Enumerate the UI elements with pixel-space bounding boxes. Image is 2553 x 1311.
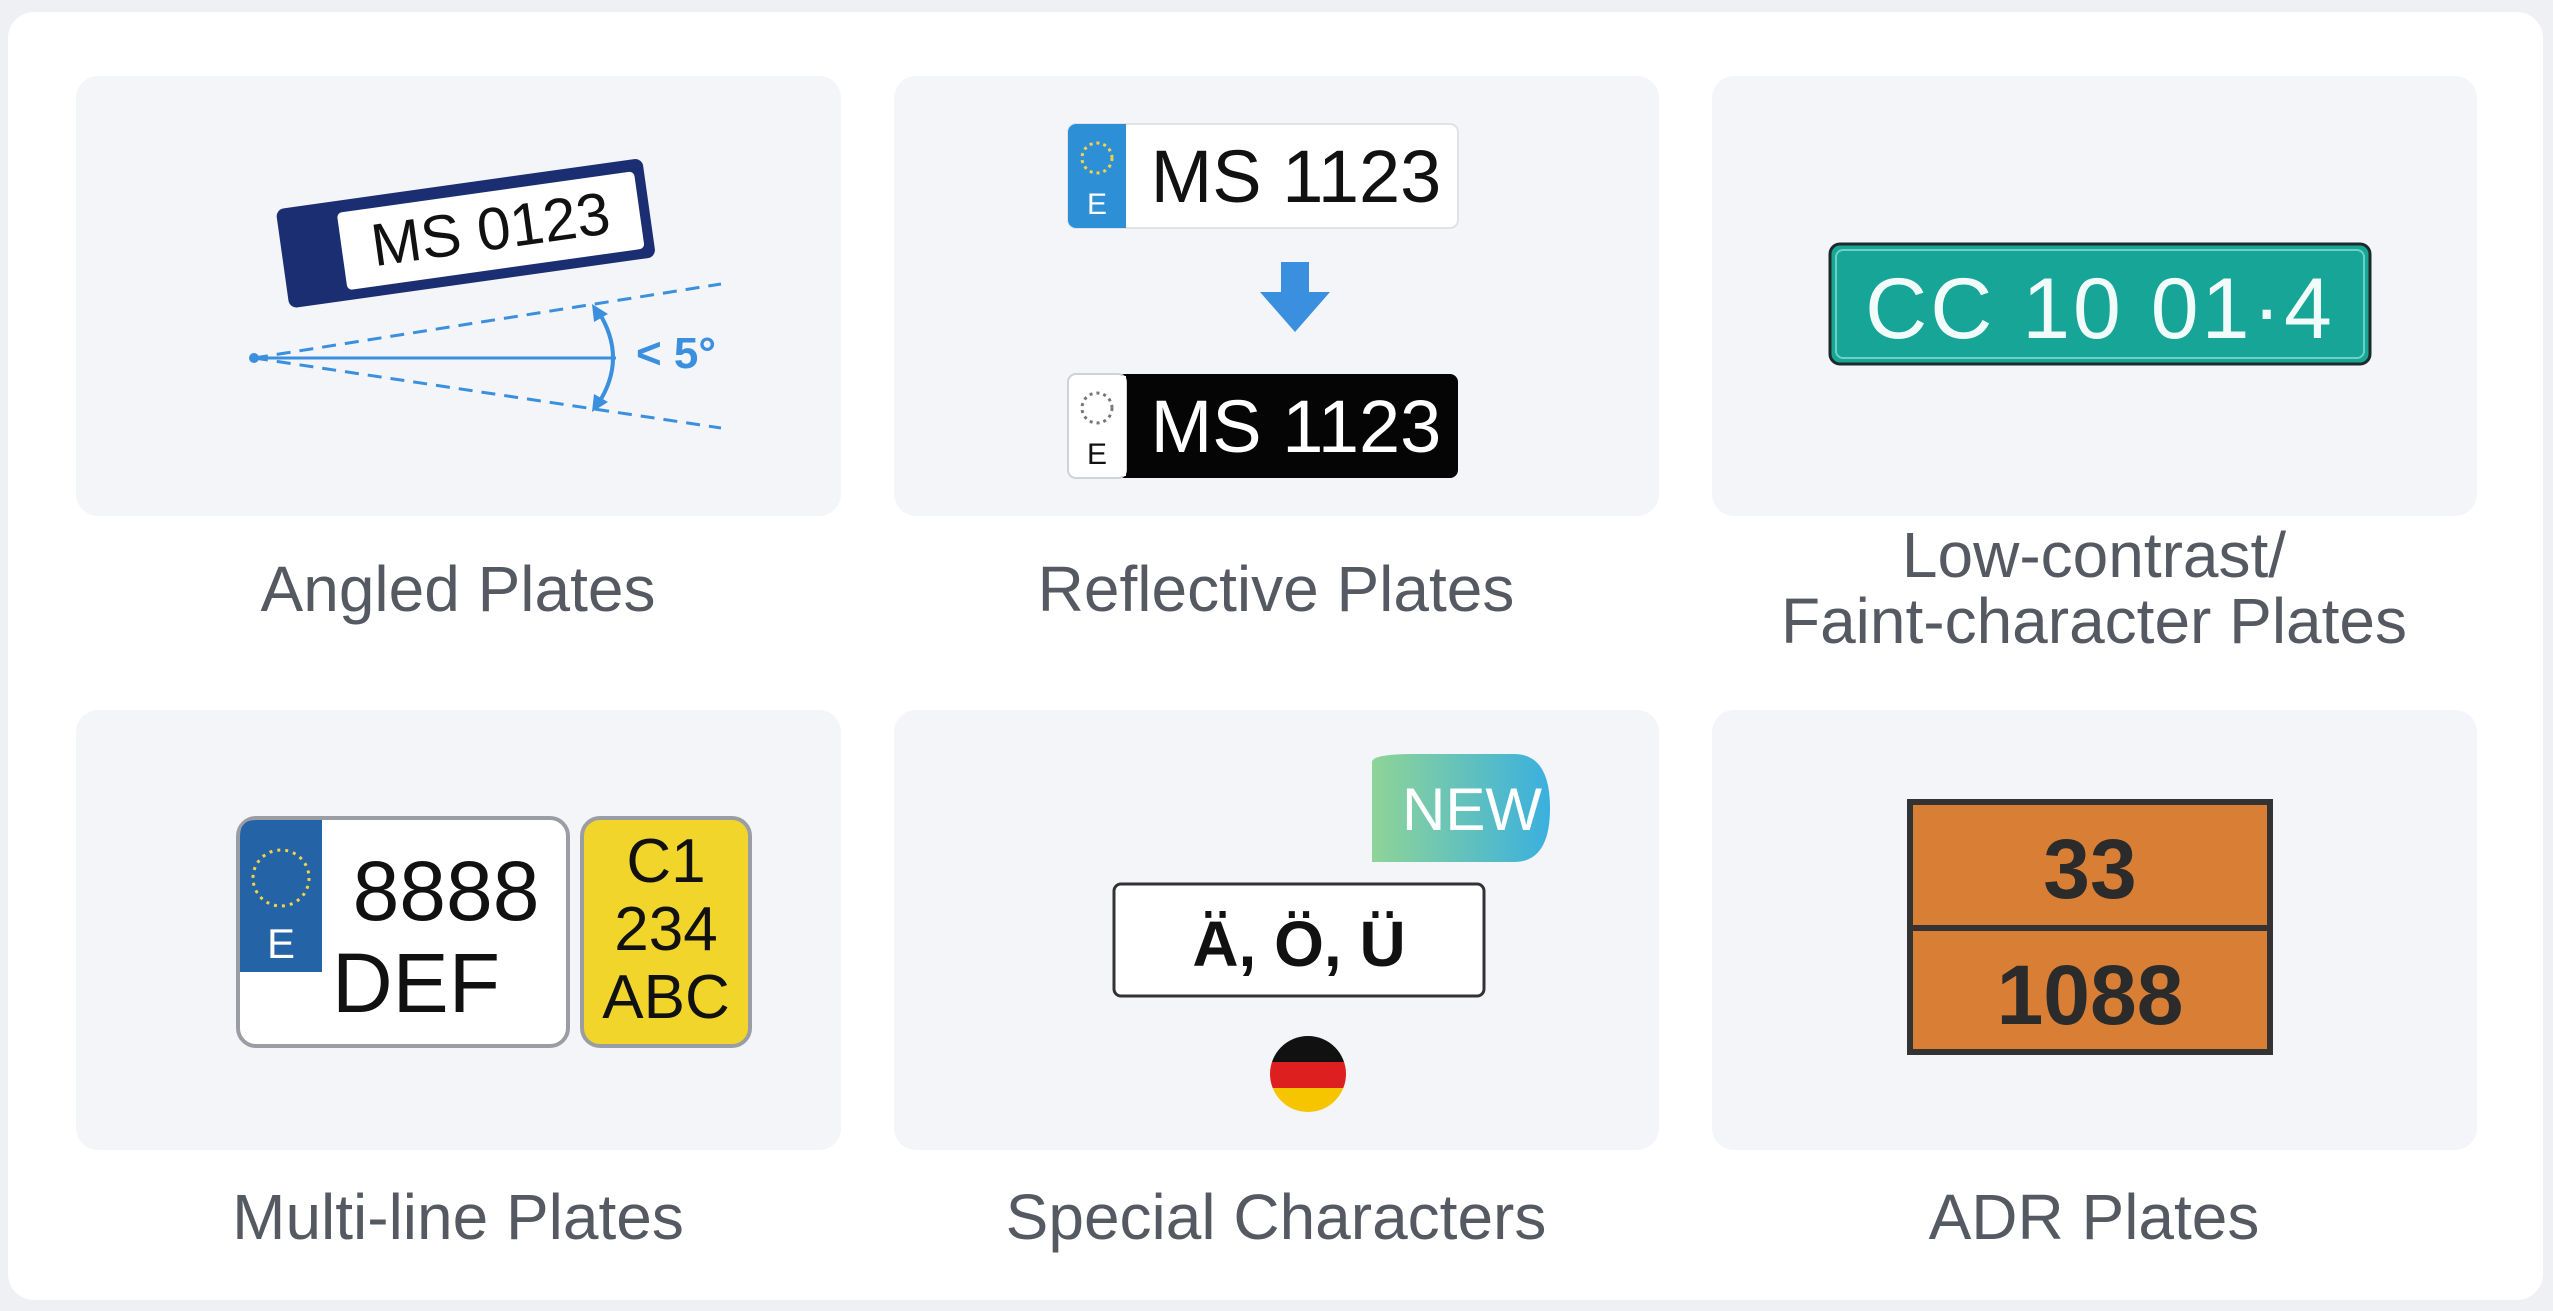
tile-reflective-plates: E MS 1123 E MS 1123 xyxy=(894,76,1659,516)
low-contrast-plate-illustration: CC 10 01·4 xyxy=(1828,242,2372,366)
plate-types-panel: MS 0123 < 5° Angled Plates E MS 1123 E M… xyxy=(8,12,2543,1300)
angled-plate-illustration: MS 0123 < 5° xyxy=(249,158,722,430)
country-code-after: E xyxy=(1087,438,1107,471)
multi-line-plate-a-line2: DEF xyxy=(332,936,500,1030)
caption-multi-line-plates: Multi-line Plates xyxy=(232,1181,684,1253)
new-badge: NEW xyxy=(1372,754,1550,862)
country-code-before: E xyxy=(1087,188,1107,221)
tile-multi-line-plates: E 8888 DEF C1 234 ABC xyxy=(76,710,841,1150)
caption-low-contrast-line2: Faint-character Plates xyxy=(1780,585,2408,657)
reflective-plate-after: E MS 1123 xyxy=(1067,373,1458,479)
multi-line-country-code: E xyxy=(267,920,295,967)
tile-adr-plates: 33 1088 xyxy=(1712,710,2477,1150)
adr-bottom-number: 1088 xyxy=(1997,948,2184,1042)
multi-line-plate-a-line1: 8888 xyxy=(353,844,540,938)
caption-low-contrast-line1: Low-contrast/ xyxy=(1901,519,2287,591)
tile-low-contrast-plates: CC 10 01·4 xyxy=(1712,76,2477,516)
multi-line-plate-eu: E 8888 DEF xyxy=(236,816,570,1048)
reflective-plate-before-text: MS 1123 xyxy=(1151,135,1442,218)
caption-reflective-plates: Reflective Plates xyxy=(1037,553,1515,625)
multi-line-plate-yellow: C1 234 ABC xyxy=(580,816,752,1048)
low-contrast-plate-text: CC 10 01·4 xyxy=(1865,261,2335,357)
special-characters-text: Ä, Ö, Ü xyxy=(1192,908,1405,980)
caption-angled-plates: Angled Plates xyxy=(260,553,656,625)
tile-special-characters: NEW Ä, Ö, Ü xyxy=(894,710,1659,1150)
caption-low-contrast-plates: Low-contrast/ Faint-character Plates xyxy=(1694,522,2494,654)
multi-line-plate-b-line3: ABC xyxy=(602,963,729,1032)
reflective-plate-after-text: MS 1123 xyxy=(1151,385,1442,468)
tile-angled-plates: MS 0123 < 5° xyxy=(76,76,841,516)
multi-line-plate-b-line1: C1 xyxy=(626,827,705,896)
angle-label: < 5° xyxy=(636,329,716,378)
arrow-down-icon xyxy=(1260,262,1330,332)
adr-top-number: 33 xyxy=(2043,822,2136,916)
angled-plate: MS 0123 xyxy=(276,158,655,308)
multi-line-plate-illustration: E 8888 DEF C1 234 ABC xyxy=(236,816,752,1048)
reflective-plate-before: E MS 1123 xyxy=(1067,123,1459,229)
new-badge-text: NEW xyxy=(1402,776,1542,843)
special-characters-illustration: NEW Ä, Ö, Ü xyxy=(1112,754,1550,1112)
germany-flag-icon xyxy=(1270,1036,1346,1112)
caption-adr-plates: ADR Plates xyxy=(1928,1181,2260,1253)
adr-plate-illustration: 33 1088 xyxy=(1907,799,2273,1055)
caption-special-characters: Special Characters xyxy=(1005,1181,1547,1253)
multi-line-plate-b-line2: 234 xyxy=(614,895,717,964)
reflective-plate-illustration: E MS 1123 E MS 1123 xyxy=(1067,123,1459,479)
